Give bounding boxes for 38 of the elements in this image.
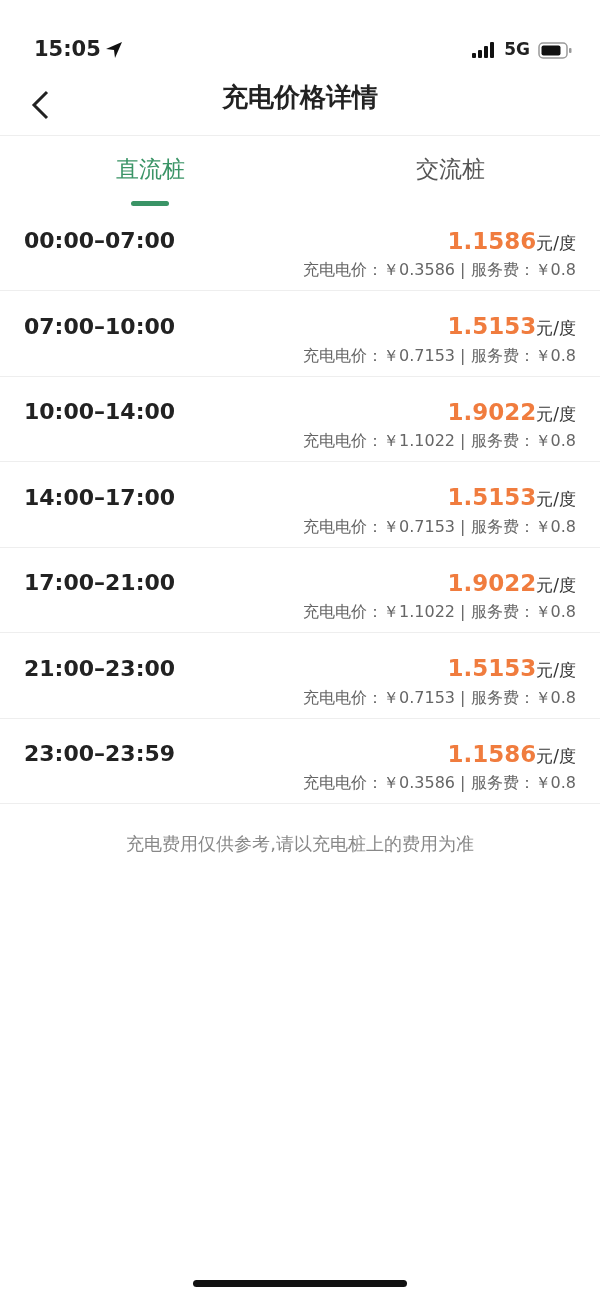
price-unit: 元/度 xyxy=(536,659,576,682)
price-breakdown: 充电电价：￥0.3586 | 服务费：￥0.8 xyxy=(303,773,576,792)
price: 1.1586 xyxy=(447,226,537,256)
price-breakdown: 充电电价：￥0.7153 | 服务费：￥0.8 xyxy=(303,687,576,707)
disclaimer-text: 充电费用仅供参考,请以充电桩上的费用为准 xyxy=(126,832,474,856)
time-range: 10:00–14:00 xyxy=(24,398,176,427)
time-range: 23:00–23:59 xyxy=(24,740,176,769)
tab[interactable]: 交流桩 xyxy=(415,136,485,197)
network-label: 5G xyxy=(504,38,530,62)
price: 1.5153 xyxy=(447,312,537,341)
status-time: 15:05 xyxy=(34,36,101,64)
time-range: 21:00–23:00 xyxy=(24,654,176,683)
price-unit: 元/度 xyxy=(536,573,576,597)
price: 1.5153 xyxy=(447,654,537,683)
price: 1.5153 xyxy=(447,483,537,512)
tab[interactable]: 直流桩 xyxy=(115,136,185,197)
price: 1.9022 xyxy=(447,568,537,598)
price-breakdown: 充电电价：￥1.1022 | 服务费：￥0.8 xyxy=(303,602,576,621)
tab-underline xyxy=(131,200,169,206)
price: 1.9022 xyxy=(447,397,537,427)
price-unit: 元/度 xyxy=(536,402,576,426)
time-range: 14:00–17:00 xyxy=(24,483,176,512)
time-range: 00:00–07:00 xyxy=(24,227,176,256)
price-unit: 元/度 xyxy=(536,744,576,768)
price-breakdown: 充电电价：￥1.1022 | 服务费：￥0.8 xyxy=(303,431,576,450)
location-arrow-icon xyxy=(104,41,123,59)
time-range: 07:00–10:00 xyxy=(24,312,176,341)
page-title: 充电价格详情 xyxy=(222,81,378,114)
time-range: 17:00–21:00 xyxy=(24,569,176,598)
battery-icon xyxy=(538,41,572,59)
price-unit: 元/度 xyxy=(536,317,576,340)
signal-icon xyxy=(472,42,497,58)
price-unit: 元/度 xyxy=(536,488,576,511)
price-breakdown: 充电电价：￥0.3586 | 服务费：￥0.8 xyxy=(303,260,576,279)
price-unit: 元/度 xyxy=(536,231,576,255)
price-breakdown: 充电电价：￥0.7153 | 服务费：￥0.8 xyxy=(303,345,576,365)
price: 1.1586 xyxy=(447,739,537,769)
price-breakdown: 充电电价：￥0.7153 | 服务费：￥0.8 xyxy=(303,516,576,536)
